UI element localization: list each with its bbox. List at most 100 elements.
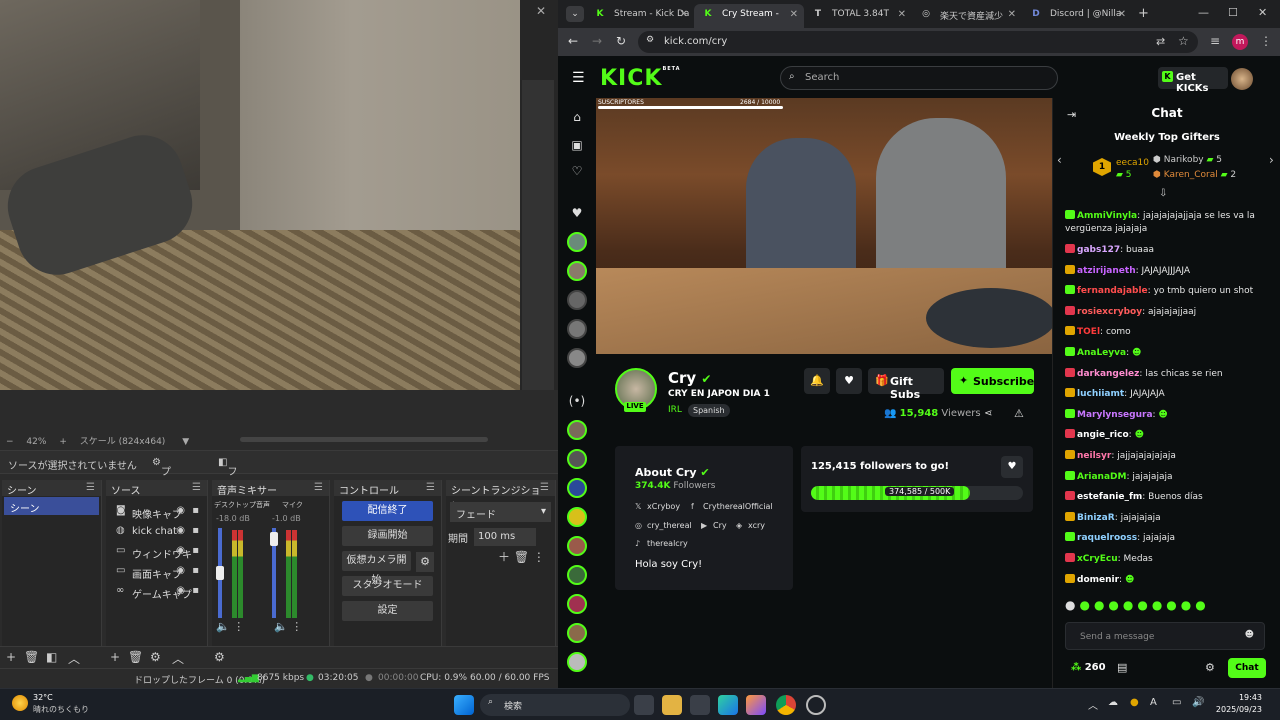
recommended-channel-avatar[interactable] [567,478,587,498]
tab-search-icon[interactable]: ⌄ [566,6,584,22]
chevron-down-icon[interactable]: ▼ [182,437,189,447]
top-gifter[interactable]: ⬢ Karen_Coral ▰ 2 [1153,170,1236,180]
weather-icon[interactable] [12,695,28,711]
emote-bar[interactable]: ●●●●●●●●●● [1065,598,1271,616]
add-icon[interactable]: + [6,650,16,664]
chevron-right-icon[interactable]: › [1269,153,1274,167]
social-link-facebook[interactable]: f CrytherealOfficial [691,502,773,511]
chat-username[interactable]: luchiiamt [1077,389,1124,399]
site-info-icon[interactable]: ⚙ [646,35,654,45]
followed-channel-avatar[interactable] [567,319,587,339]
weather-temp[interactable]: 32°C [33,693,53,702]
more-icon[interactable]: ⋮ [233,620,244,633]
gift-subs-button[interactable]: 🎁 Gift Subs [868,368,944,401]
report-icon[interactable]: ⚠ [1014,407,1024,420]
chat-username[interactable]: estefanie_fm [1077,492,1142,502]
copilot-icon[interactable] [746,695,766,715]
chat-username[interactable]: AnaLeyva [1077,348,1126,358]
source-item[interactable]: ◙ 映像キャプ ◉ ▪ [106,502,207,522]
forward-icon[interactable]: → [592,34,602,48]
speaker-icon[interactable]: 🔈 [274,620,288,633]
edge-icon[interactable] [718,695,738,715]
new-tab-icon[interactable]: + [1138,6,1149,21]
language-tag[interactable]: Spanish [688,404,730,417]
chat-username[interactable]: Marylynsegura [1077,410,1153,420]
heart-icon[interactable]: ♥ [1001,456,1023,478]
preview-scrollbar[interactable] [240,437,488,442]
volume-slider[interactable] [216,528,224,618]
lock-icon[interactable]: ▪ [192,505,199,516]
gear-icon[interactable]: ⚙ [1205,661,1215,674]
get-kicks-button[interactable]: K Get KICKs [1158,67,1228,94]
eye-icon[interactable]: ◉ [176,585,185,596]
camera-preview[interactable] [0,0,520,390]
social-link-instagram[interactable]: ◎ cry_thereal [635,521,692,530]
chat-username[interactable]: ArianaDM [1077,472,1126,482]
virtual-camera-button[interactable]: 仮想カメラ開始 [342,551,411,586]
menu-icon[interactable]: ⋮ [1260,34,1272,48]
followed-channel-avatar[interactable] [567,232,587,252]
lock-icon[interactable]: ▪ [192,545,199,556]
notification-bell-button[interactable]: 🔔 [804,368,830,394]
close-icon[interactable]: ✕ [1258,6,1267,19]
chat-username[interactable]: gabs127 [1077,245,1120,255]
star-icon[interactable]: ☆ [1178,34,1189,48]
stop-stream-button[interactable]: 配信終了 [342,501,433,521]
task-view-icon[interactable] [634,695,654,715]
filter-icon[interactable]: ◧ [46,650,57,664]
dock-menu-icon[interactable]: ☰ [192,482,201,493]
lock-icon[interactable]: ▪ [192,565,199,576]
chat-username[interactable]: rosiexcryboy [1077,307,1142,317]
chat-message-input[interactable]: Send a message ☻ [1065,622,1265,650]
store-icon[interactable]: ▤ [1117,661,1127,674]
recommended-channel-avatar[interactable] [567,507,587,527]
followed-channel-avatar[interactable] [567,290,587,310]
network-icon[interactable]: ▭ [1172,697,1181,708]
weather-desc[interactable]: 晴れのちくもり [33,704,89,715]
share-icon[interactable]: ⋖ [984,408,992,419]
eye-icon[interactable]: ◉ [176,565,185,576]
gear-icon[interactable]: ⚙ [150,650,161,664]
obs-icon[interactable] [806,695,826,715]
send-chat-button[interactable]: Chat [1228,658,1266,678]
chrome-icon[interactable] [776,695,796,715]
source-item[interactable]: ▭ ウィンドウキ ◉ ▪ [106,542,207,562]
source-item[interactable]: ◍ kick chat ◉ ▪ [106,522,207,542]
reload-icon[interactable]: ↻ [616,34,626,48]
follow-heart-button[interactable]: ♥ [836,368,862,394]
recommended-channel-avatar[interactable] [567,565,587,585]
lock-icon[interactable]: ▪ [192,525,199,536]
add-icon[interactable]: ＋ [498,550,510,564]
trash-icon[interactable]: 🗑 [24,650,39,664]
social-link-youtube[interactable]: ▶ Cry [701,521,727,530]
chat-username[interactable]: domenir [1077,575,1119,585]
ime-icon[interactable]: A [1150,697,1157,708]
followed-channel-avatar[interactable] [567,348,587,368]
recommended-channel-avatar[interactable] [567,652,587,672]
properties-button[interactable]: ⚙ プロパティ [152,457,171,538]
eye-icon[interactable]: ◉ [176,545,185,556]
dock-menu-icon[interactable]: ☰ [86,482,95,493]
onedrive-icon[interactable]: ☁ [1108,697,1118,708]
kick-logo[interactable]: KICKBETA [600,66,681,91]
recommended-channel-avatar[interactable] [567,420,587,440]
recommended-channel-avatar[interactable] [567,594,587,614]
start-record-button[interactable]: 録画開始 [342,526,433,546]
close-icon[interactable]: ✕ [536,4,546,18]
top-gifter[interactable]: ⬢ Narikoby ▰ 5 [1153,155,1222,165]
tab-total[interactable]: T TOTAL 3.84T ✕ [804,4,912,28]
followed-channel-avatar[interactable] [567,261,587,281]
add-icon[interactable]: + [110,650,120,664]
transition-select[interactable]: フェード ▾ [450,502,551,522]
recommended-channel-avatar[interactable] [567,449,587,469]
chat-username[interactable]: angie_rico [1077,430,1129,440]
duration-input[interactable]: 100 ms [474,528,536,546]
chat-username[interactable]: TOEl [1077,327,1100,337]
pin-icon[interactable]: ⇩ [1159,188,1167,199]
browse-icon[interactable]: ▣ [567,138,587,158]
social-link-discord[interactable]: ◈ xcry [736,521,765,530]
dock-menu-icon[interactable]: ☰ [426,482,435,493]
microphone-icon[interactable]: ● [1130,697,1139,708]
chat-username[interactable]: atzirijaneth [1077,266,1136,276]
chevron-left-icon[interactable]: ‹ [1057,153,1062,167]
